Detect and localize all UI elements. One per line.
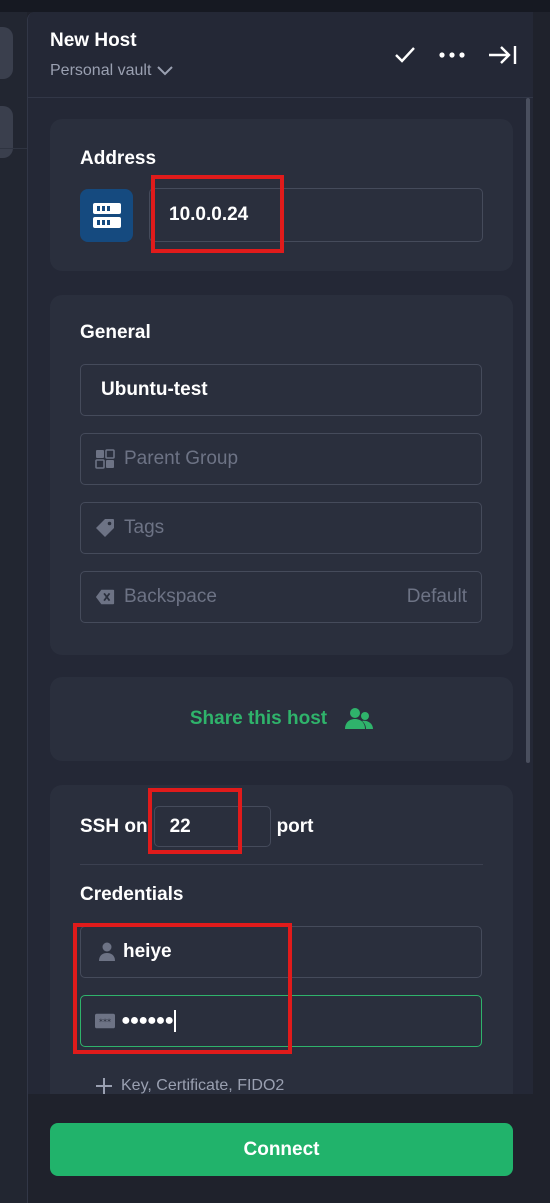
tag-icon <box>95 518 115 538</box>
checkmark-icon[interactable] <box>390 40 420 70</box>
text-caret <box>173 1010 176 1032</box>
add-key-label: Key, Certificate, FIDO2 <box>121 1077 285 1094</box>
parent-group-icon <box>95 449 115 469</box>
rail-button[interactable] <box>0 27 13 79</box>
ssh-divider <box>80 864 483 865</box>
left-rail <box>0 0 27 1203</box>
backspace-label: Backspace <box>124 586 217 607</box>
add-key-button[interactable]: Key, Certificate, FIDO2 <box>95 1077 284 1095</box>
ssh-card: SSH on 22 port Credentials heiye *** ●●●… <box>50 785 513 1115</box>
backspace-value: Default <box>406 586 467 607</box>
ssh-port-row: SSH on 22 port <box>80 806 314 847</box>
panel-header: New Host Personal vault <box>28 12 533 98</box>
username-value: heiye <box>123 941 172 962</box>
username-input[interactable]: heiye <box>80 926 482 978</box>
user-icon <box>97 942 117 962</box>
more-options-icon[interactable] <box>437 40 467 70</box>
panel-footer: Connect <box>28 1094 533 1203</box>
new-host-panel: New Host Personal vault Address 10.0.0.2… <box>27 12 533 1203</box>
vault-selector[interactable]: Personal vault <box>50 62 174 80</box>
vault-label: Personal vault <box>50 62 152 79</box>
plus-icon <box>96 1078 112 1094</box>
scrollbar-thumb[interactable] <box>526 98 530 763</box>
svg-text:***: *** <box>99 1017 111 1027</box>
share-host-button[interactable]: Share this host <box>50 677 513 761</box>
address-card: Address 10.0.0.24 <box>50 119 513 271</box>
scrollbar[interactable] <box>525 98 533 1098</box>
panel-title: New Host <box>50 30 137 51</box>
password-value: ●●●●●● <box>121 1012 174 1029</box>
password-icon: *** <box>95 1011 115 1031</box>
ssh-prefix-label: SSH on <box>80 815 148 837</box>
users-icon <box>345 708 374 729</box>
address-input[interactable]: 10.0.0.24 <box>149 188 483 242</box>
port-input[interactable]: 22 <box>153 806 271 847</box>
address-value: 10.0.0.24 <box>169 204 249 225</box>
parent-group-input[interactable]: Parent Group <box>80 433 482 485</box>
rail-divider <box>0 148 27 149</box>
address-label: Address <box>80 148 157 169</box>
general-card: General Ubuntu-test Parent Group Tags Ba… <box>50 295 513 655</box>
general-label: General <box>80 322 151 343</box>
top-bar <box>0 0 550 12</box>
tags-input[interactable]: Tags <box>80 502 482 554</box>
tags-placeholder: Tags <box>124 517 165 538</box>
connect-button[interactable]: Connect <box>50 1123 513 1176</box>
rail-button[interactable] <box>0 106 13 158</box>
parent-group-placeholder: Parent Group <box>124 448 239 469</box>
password-input[interactable]: *** ●●●●●● <box>80 995 482 1047</box>
credentials-label: Credentials <box>80 884 184 905</box>
share-host-label: Share this host <box>189 708 328 729</box>
backspace-icon <box>95 587 115 607</box>
backspace-select[interactable]: Backspace Default <box>80 571 482 623</box>
port-value: 22 <box>169 815 191 837</box>
host-name-value: Ubuntu-test <box>101 379 208 400</box>
collapse-panel-icon[interactable] <box>487 40 517 70</box>
server-icon <box>80 189 133 242</box>
host-name-input[interactable]: Ubuntu-test <box>80 364 482 416</box>
ssh-suffix-label: port <box>276 815 314 837</box>
chevron-down-icon <box>157 66 174 76</box>
